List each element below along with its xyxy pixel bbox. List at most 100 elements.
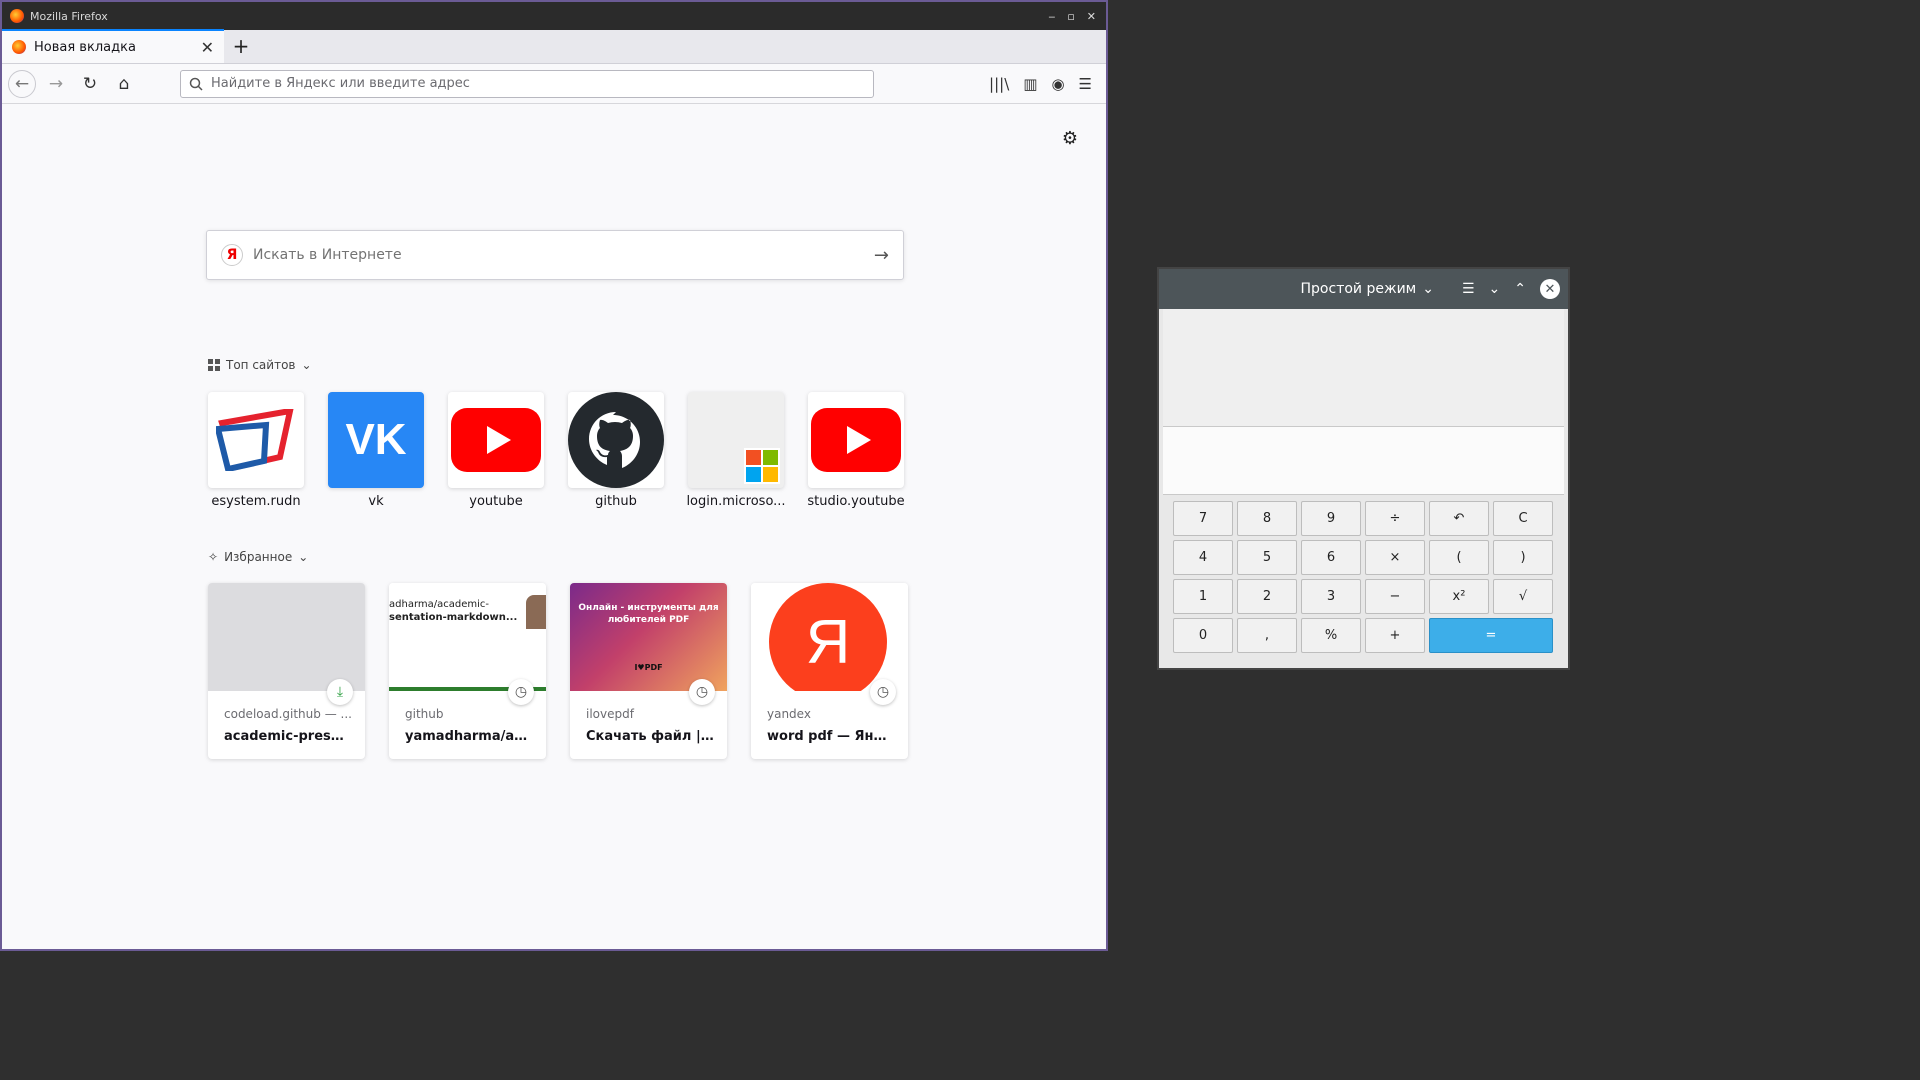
highlight-title: word pdf — Янде... <box>767 729 895 744</box>
top-site[interactable]: esystem.rudn <box>208 392 304 509</box>
highlight-thumbnail <box>208 583 365 691</box>
key-plus[interactable]: + <box>1365 618 1425 653</box>
top-site[interactable]: login.microso... <box>686 392 786 509</box>
new-tab-button[interactable]: + <box>224 29 258 63</box>
navigation-toolbar: ← → ↻ ⌂ |||\ ▥ ◉ ☰ <box>2 64 1106 104</box>
chevron-down-icon: ⌄ <box>298 550 309 564</box>
maximize-chevron-icon[interactable]: ⌃ <box>1514 281 1526 297</box>
web-search-input[interactable] <box>253 247 864 263</box>
forward-button[interactable]: → <box>42 70 70 98</box>
highlight-card[interactable]: ⤓ codeload.github — ... academic-presen.… <box>208 583 365 759</box>
key-clear[interactable]: C <box>1493 501 1553 536</box>
top-site[interactable]: VK vk <box>328 392 424 509</box>
hamburger-menu-icon[interactable]: ☰ <box>1462 281 1475 297</box>
key-undo[interactable]: ↶ <box>1429 501 1489 536</box>
key-7[interactable]: 7 <box>1173 501 1233 536</box>
account-icon[interactable]: ◉ <box>1051 75 1064 93</box>
calculator-history <box>1163 309 1564 427</box>
home-button[interactable]: ⌂ <box>110 70 138 98</box>
clock-icon: ◷ <box>870 679 896 705</box>
top-site[interactable]: youtube <box>448 392 544 509</box>
key-2[interactable]: 2 <box>1237 579 1297 614</box>
key-minus[interactable]: − <box>1365 579 1425 614</box>
maximize-icon[interactable]: ▫ <box>1067 10 1074 23</box>
new-tab-page: ⚙ Я → Топ сайтов ⌄ esystem.rudn VK vk <box>2 106 1106 949</box>
key-divide[interactable]: ÷ <box>1365 501 1425 536</box>
youtube-logo-icon <box>448 392 544 488</box>
address-bar[interactable] <box>180 69 874 98</box>
key-5[interactable]: 5 <box>1237 540 1297 575</box>
minimize-chevron-icon[interactable]: ⌄ <box>1489 281 1501 297</box>
thumb-text: Онлайн - инструменты для <box>578 603 719 613</box>
mode-selector[interactable]: Простой режим ⌄ <box>1301 281 1434 297</box>
close-window-icon[interactable]: ✕ <box>1087 10 1096 23</box>
chevron-down-icon: ⌄ <box>1422 281 1434 297</box>
thumb-text: любителей PDF <box>607 615 690 625</box>
highlight-host: github <box>405 707 444 721</box>
ilovepdf-logo: I♥PDF <box>634 663 663 672</box>
gear-icon[interactable]: ⚙ <box>1062 128 1078 149</box>
key-1[interactable]: 1 <box>1173 579 1233 614</box>
firefox-titlebar: Mozilla Firefox ‒ ▫ ✕ <box>2 2 1106 30</box>
close-tab-icon[interactable]: ✕ <box>201 38 214 57</box>
clock-icon: ◷ <box>508 679 534 705</box>
top-site-label: vk <box>368 494 384 509</box>
top-site-label: youtube <box>469 494 523 509</box>
github-logo-icon <box>568 392 664 488</box>
favorites-label: Избранное <box>224 550 293 564</box>
esystem-logo-icon <box>208 392 304 488</box>
highlight-host: yandex <box>767 707 811 721</box>
firefox-favicon-icon <box>12 40 26 54</box>
favorites-header[interactable]: ✧ Избранное ⌄ <box>208 550 308 564</box>
reload-button[interactable]: ↻ <box>76 70 104 98</box>
key-open-paren[interactable]: ( <box>1429 540 1489 575</box>
tab-new-tab[interactable]: Новая вкладка ✕ <box>2 29 224 63</box>
key-sqrt[interactable]: √ <box>1493 579 1553 614</box>
microsoft-tile <box>688 392 784 488</box>
search-icon <box>189 77 203 91</box>
key-9[interactable]: 9 <box>1301 501 1361 536</box>
calculator-titlebar: Простой режим ⌄ ☰ ⌄ ⌃ ✕ <box>1159 269 1568 309</box>
highlight-card[interactable]: adharma/academic- sentation-markdown... … <box>389 583 546 759</box>
firefox-logo-icon <box>10 9 24 23</box>
highlight-card[interactable]: Я ◷ yandex word pdf — Янде... <box>751 583 908 759</box>
highlight-host: codeload.github — ... <box>224 707 352 721</box>
highlight-thumbnail: Онлайн - инструменты для любителей PDF I… <box>570 583 727 691</box>
menu-icon[interactable]: ☰ <box>1079 75 1092 93</box>
yandex-logo-icon: Я <box>769 583 887 691</box>
key-0[interactable]: 0 <box>1173 618 1233 653</box>
highlight-card[interactable]: Онлайн - инструменты для любителей PDF I… <box>570 583 727 759</box>
tab-title: Новая вкладка <box>34 39 136 55</box>
download-icon: ⤓ <box>327 679 353 705</box>
web-search-box[interactable]: Я → <box>206 230 904 280</box>
key-4[interactable]: 4 <box>1173 540 1233 575</box>
key-decimal[interactable]: , <box>1237 618 1297 653</box>
key-close-paren[interactable]: ) <box>1493 540 1553 575</box>
vk-logo-icon: VK <box>328 392 424 488</box>
search-go-icon[interactable]: → <box>874 245 889 266</box>
minimize-icon[interactable]: ‒ <box>1048 10 1055 23</box>
firefox-window: Mozilla Firefox ‒ ▫ ✕ Новая вкладка ✕ + … <box>0 0 1108 951</box>
key-6[interactable]: 6 <box>1301 540 1361 575</box>
top-sites-header[interactable]: Топ сайтов ⌄ <box>208 358 312 372</box>
thumb-text: sentation-markdown... <box>389 612 518 623</box>
highlight-title: academic-presen... <box>224 729 352 744</box>
key-percent[interactable]: % <box>1301 618 1361 653</box>
close-icon[interactable]: ✕ <box>1540 279 1560 299</box>
sidebar-icon[interactable]: ▥ <box>1023 75 1037 93</box>
highlight-host: ilovepdf <box>586 707 634 721</box>
back-button[interactable]: ← <box>8 69 36 98</box>
key-multiply[interactable]: × <box>1365 540 1425 575</box>
calculator-display[interactable] <box>1163 427 1564 495</box>
top-site-label: studio.youtube <box>807 494 905 509</box>
key-8[interactable]: 8 <box>1237 501 1297 536</box>
window-controls: ‒ ▫ ✕ <box>1048 10 1106 23</box>
top-site[interactable]: studio.youtube <box>807 392 905 509</box>
key-equals[interactable]: = <box>1429 618 1553 653</box>
top-site[interactable]: github <box>568 392 664 509</box>
library-icon[interactable]: |||\ <box>989 75 1009 93</box>
tab-bar: Новая вкладка ✕ + <box>2 29 1106 64</box>
key-3[interactable]: 3 <box>1301 579 1361 614</box>
key-square[interactable]: x² <box>1429 579 1489 614</box>
url-input[interactable] <box>211 76 851 91</box>
